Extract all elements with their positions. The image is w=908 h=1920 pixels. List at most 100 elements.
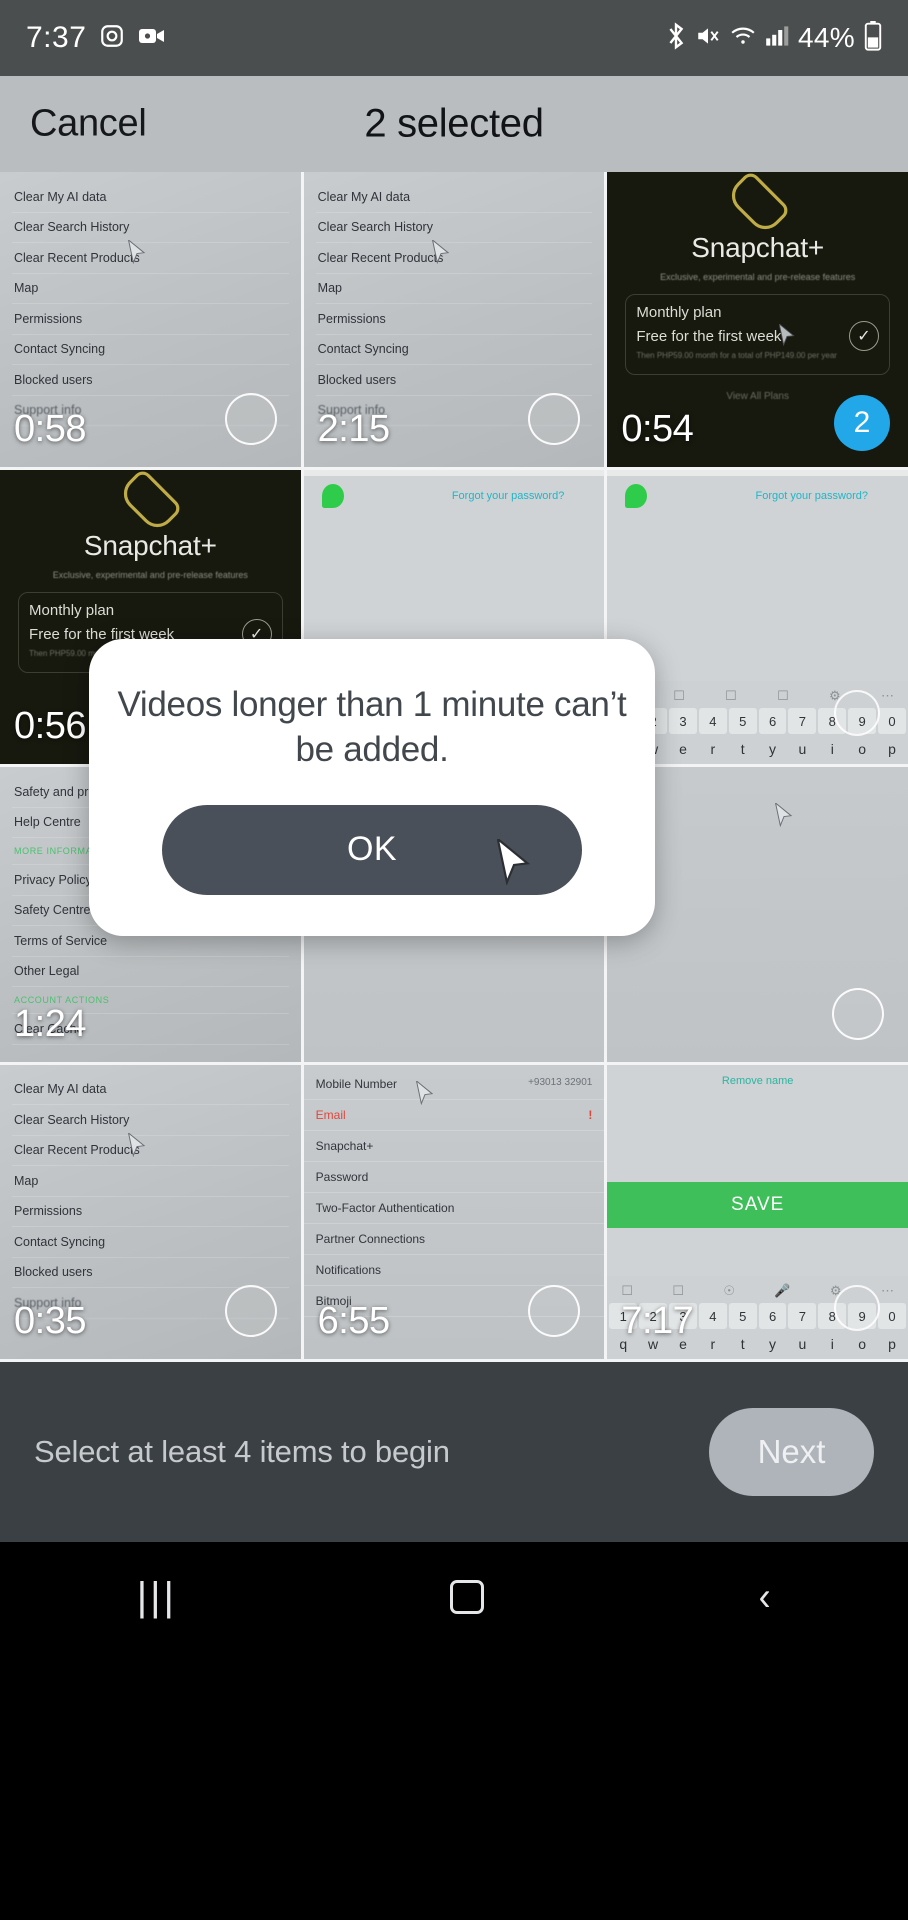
back-icon[interactable]: ‹	[759, 1575, 771, 1620]
account-alert-icon: !	[588, 1107, 593, 1122]
next-button[interactable]: Next	[709, 1408, 874, 1496]
footer-bar: Select at least 4 items to begin Next	[0, 1362, 908, 1542]
key-y: y	[769, 1336, 777, 1352]
video-duration: 0:58	[14, 407, 86, 450]
select-circle[interactable]	[528, 392, 581, 445]
check-icon: ✓	[848, 321, 879, 351]
mouse-cursor-icon	[496, 836, 531, 890]
media-cell-2[interactable]: Clear My AI data Clear Search History Cl…	[303, 172, 605, 467]
media-cell-10[interactable]: Clear My AI data Clear Search History Cl…	[0, 1064, 301, 1359]
select-circle[interactable]	[831, 987, 884, 1040]
thumb-row: Blocked users	[12, 1258, 289, 1288]
account-label: Snapchat+	[315, 1138, 374, 1153]
alert-dialog: Videos longer than 1 minute can’t be add…	[89, 639, 655, 936]
kb-tool-d: ☐	[777, 688, 789, 703]
thumb-row: Clear Recent Products	[315, 243, 593, 274]
key-4: 4	[698, 1303, 727, 1329]
thumb-row: Blocked users	[315, 365, 593, 396]
dialog-message: Videos longer than 1 minute can’t be add…	[117, 685, 627, 769]
key-e: e	[679, 741, 687, 757]
key-4: 4	[698, 708, 727, 734]
key-7: 7	[788, 708, 817, 734]
status-dot-icon	[321, 483, 344, 508]
promo-subtitle: Exclusive, experimental and pre-release …	[52, 569, 248, 580]
more-icon: ⋯	[880, 1283, 894, 1298]
thumb-topbar	[607, 469, 908, 476]
thumb-row: Clear My AI data	[12, 1075, 289, 1105]
thumb-row: Contact Syncing	[12, 335, 289, 365]
media-cell-12[interactable]: Remove name SAVE ☐ ☐ ☉ 🎤 ⚙ ⋯ 1 2 3 4 5 6…	[607, 1064, 908, 1359]
thumb-row: Permissions	[12, 304, 289, 335]
media-cell-1[interactable]: Clear My AI data Clear Search History Cl…	[0, 172, 301, 467]
select-circle[interactable]	[528, 1285, 581, 1337]
key-5: 5	[728, 708, 757, 734]
selection-badge[interactable]: 2	[833, 394, 890, 451]
account-row: Mobile Number +93013 32901	[303, 1069, 605, 1100]
video-duration: 6:55	[317, 1300, 390, 1342]
key-6: 6	[758, 708, 787, 734]
status-bar-right: 44%	[666, 20, 882, 56]
thumb-row: Map	[12, 1166, 289, 1197]
android-nav-bar: ||| ‹	[0, 1542, 908, 1920]
selection-hint: Select at least 4 items to begin	[34, 1434, 450, 1469]
view-all-plans: View All Plans	[726, 391, 789, 402]
key-r: r	[710, 741, 716, 757]
kb-tool-c: ☉	[723, 1283, 736, 1298]
kb-tool-b: ☐	[672, 1283, 684, 1298]
promo-title: Snapchat+	[83, 529, 217, 561]
wifi-icon	[730, 25, 756, 52]
select-circle[interactable]	[224, 1285, 277, 1337]
account-row: Password	[303, 1162, 605, 1193]
plan-card: Monthly plan Free for the first week The…	[625, 294, 890, 375]
plan-offer: Free for the first week	[636, 328, 782, 345]
status-dot-icon	[625, 483, 648, 508]
thumb-row: Other Legal	[12, 957, 289, 987]
account-row: Partner Connections	[303, 1224, 605, 1255]
key-6: 6	[758, 1303, 787, 1329]
video-camera-icon	[138, 25, 166, 52]
thumb-row: Clear Search History	[315, 213, 593, 243]
account-row: Email !	[303, 1100, 605, 1131]
key-y: y	[769, 741, 777, 757]
thumb-row: Clear My AI data	[315, 182, 593, 213]
video-duration: 0:35	[14, 1300, 86, 1342]
key-p: p	[888, 741, 896, 757]
account-value: +93013 32901	[528, 1076, 593, 1088]
thumb-row: Contact Syncing	[12, 1227, 289, 1258]
remove-name-link: Remove name	[721, 1074, 794, 1087]
video-duration: 7:17	[621, 1300, 694, 1342]
select-circle[interactable]	[224, 392, 277, 445]
media-cell-11[interactable]: Mobile Number +93013 32901 Email ! Snapc…	[303, 1064, 605, 1359]
home-icon[interactable]	[450, 1580, 485, 1614]
thumb-row: Map	[315, 274, 593, 304]
video-duration: 0:56	[14, 705, 86, 747]
key-r: r	[710, 1336, 716, 1352]
thumb-row: Permissions	[12, 1197, 289, 1227]
thumb-row: Blocked users	[12, 365, 289, 396]
save-button: SAVE	[607, 1182, 908, 1229]
snapchat-ghost-icon	[116, 469, 184, 534]
account-label: Password	[315, 1169, 369, 1184]
thumb-row: Clear My AI data	[12, 182, 289, 213]
key-0: 0	[878, 708, 906, 734]
video-duration: 0:54	[621, 407, 694, 450]
kb-tool-a: ☐	[621, 1283, 633, 1298]
key-i: i	[830, 1336, 834, 1352]
signal-icon	[765, 25, 789, 52]
media-cell-3[interactable]: Snapchat+ Exclusive, experimental and pr…	[607, 172, 908, 467]
key-o: o	[858, 741, 867, 757]
key-0: 0	[878, 1303, 906, 1329]
thumb-row: Map	[12, 274, 289, 304]
app-header: Cancel 2 selected	[0, 76, 908, 172]
account-label: Email	[315, 1107, 346, 1122]
instagram-icon	[99, 23, 125, 54]
key-t: t	[740, 1336, 745, 1352]
key-t: t	[740, 741, 745, 757]
status-bar-left: 7:37	[26, 21, 166, 55]
account-label: Notifications	[315, 1262, 382, 1277]
recents-icon[interactable]: |||	[137, 1575, 177, 1620]
key-u: u	[798, 741, 807, 757]
account-label: Partner Connections	[315, 1231, 426, 1246]
key-3: 3	[669, 708, 697, 734]
select-circle-overlay	[833, 690, 880, 736]
